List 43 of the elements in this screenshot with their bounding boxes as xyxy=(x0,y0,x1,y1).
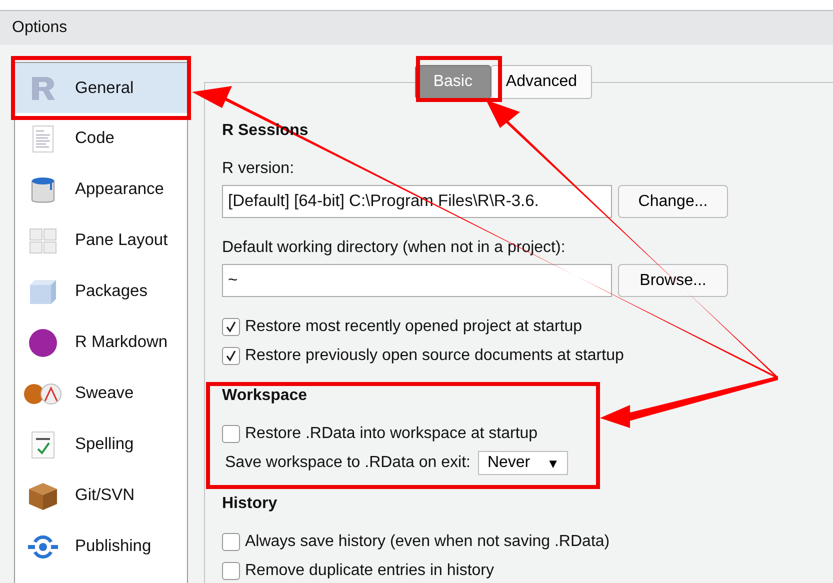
checkbox[interactable] xyxy=(222,562,240,580)
sidebar-item[interactable]: R Markdown xyxy=(15,317,187,368)
sidebar-item[interactable]: Code xyxy=(15,113,187,164)
browse-button[interactable]: Change... xyxy=(618,185,728,218)
section-heading: Workspace xyxy=(222,386,308,405)
box-icon xyxy=(27,480,59,510)
sidebar-item[interactable]: Appearance xyxy=(15,164,187,215)
tab[interactable]: Advanced xyxy=(490,65,592,99)
checkmark-icon xyxy=(225,320,237,332)
sidebar-item[interactable]: General xyxy=(15,62,187,113)
browse-button[interactable]: Browse... xyxy=(618,264,728,297)
checkbox-label: Restore most recently opened project at startup xyxy=(245,318,582,336)
checkbox-label: Always save history (even when not saving .RData) xyxy=(245,532,610,550)
input-field[interactable]: ~ xyxy=(222,264,612,297)
sidebar-item[interactable]: Sweave xyxy=(15,368,187,419)
checkbox-label: Restore .RData into workspace at startup xyxy=(245,424,538,442)
r-logo-icon xyxy=(29,75,57,101)
sidebar-item[interactable]: Git/SVN xyxy=(15,470,187,521)
spell-check-icon xyxy=(30,430,56,458)
cube-icon xyxy=(29,278,57,304)
checkbox[interactable] xyxy=(222,424,240,442)
section-heading: History xyxy=(222,494,278,513)
checkbox[interactable] xyxy=(222,532,240,550)
paint-bucket-icon xyxy=(29,174,57,204)
document-icon xyxy=(31,124,55,152)
sidebar-item[interactable]: Pane Layout xyxy=(15,215,187,266)
sidebar-item[interactable]: Packages xyxy=(15,266,187,317)
select-label: Save workspace to .RData on exit: xyxy=(225,454,470,472)
sweave-icon xyxy=(23,380,63,406)
field-label: R version: xyxy=(222,159,296,178)
sidebar-item[interactable]: Spelling xyxy=(15,419,187,470)
sidebar-item[interactable]: Publishing xyxy=(15,521,187,572)
window-title: Options xyxy=(0,10,833,45)
input-field[interactable]: [Default] [64-bit] C:\Program Files\R\R-3.6. xyxy=(222,185,612,218)
checkbox-label: Restore previously open source documents at startup xyxy=(245,346,624,364)
checkbox[interactable] xyxy=(222,318,240,336)
dropdown[interactable]: Never ▼ xyxy=(478,451,568,475)
rmd-icon xyxy=(28,328,58,358)
pane-layout-icon xyxy=(28,226,58,254)
checkbox-label: Remove duplicate entries in history xyxy=(245,562,494,580)
publish-icon xyxy=(26,534,60,560)
checkmark-icon xyxy=(225,350,237,362)
checkbox[interactable] xyxy=(222,346,240,364)
